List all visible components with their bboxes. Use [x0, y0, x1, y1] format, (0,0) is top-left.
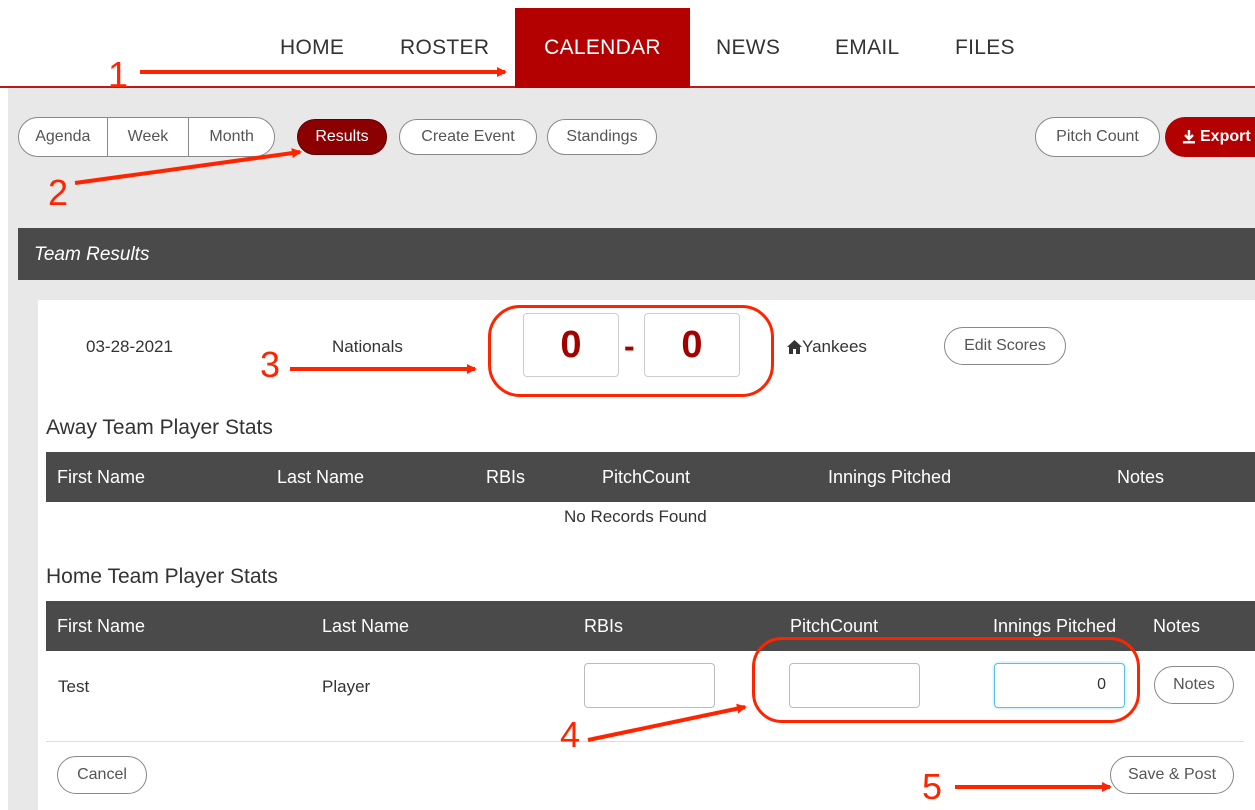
- callout-2: 2: [48, 172, 69, 213]
- callout-5: 5: [922, 766, 943, 807]
- callout-3: 3: [260, 344, 281, 385]
- arrow-2: [74, 148, 302, 185]
- callout-1: 1: [108, 54, 129, 95]
- annotation-arrows: [74, 67, 1112, 792]
- callout-4: 4: [560, 714, 581, 755]
- arrow-4: [587, 703, 747, 742]
